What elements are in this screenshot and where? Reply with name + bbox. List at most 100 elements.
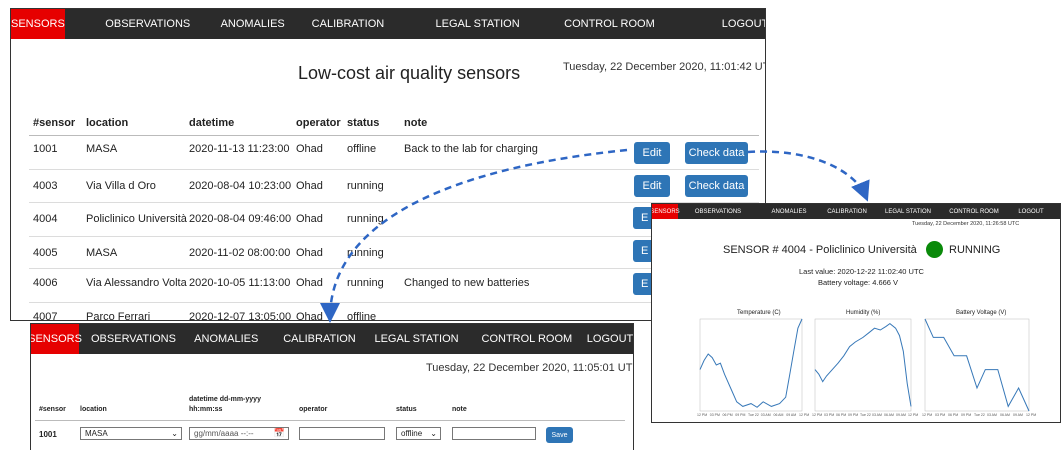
status-select-value: offline [401, 429, 423, 438]
edit-button[interactable]: Edit [634, 175, 670, 197]
series-line [924, 318, 1030, 412]
nav-calibration[interactable]: CALIBRATION [302, 9, 395, 39]
x-tick-label: 12 PM [697, 413, 707, 417]
cell-status: running [347, 180, 384, 192]
x-tick-label: 12 PM [812, 413, 822, 417]
note-input[interactable] [452, 427, 536, 440]
cell-operator: Ohad [296, 213, 323, 225]
cell-location: Policlinico Università [86, 213, 187, 225]
cell-datetime: 2020-11-13 11:23:00 [189, 143, 290, 155]
humidity-chart: 12 PM 03 PM 06 PM 09 PM Tue 22 03 AM 06 AM 09 A… [812, 318, 918, 417]
nav-observations[interactable]: OBSERVATIONS [87, 9, 209, 39]
cell-location: Via Alessandro Volta [86, 277, 187, 289]
cell-datetime: 2020-10-05 11:13:00 [189, 277, 291, 289]
x-tick-label: 12 PM [1026, 413, 1036, 417]
col-operator-header: operator [299, 406, 328, 413]
datetime-placeholder: gg/mm/aaaa --:-- [194, 429, 254, 438]
datetime-input[interactable]: gg/mm/aaaa --:-- 📅 [189, 427, 289, 440]
status-select[interactable]: offline ⌄ [396, 427, 441, 440]
cell-location: MASA [86, 247, 118, 259]
nav-logout[interactable]: LOGOUT [722, 9, 765, 39]
location-select[interactable]: MASA ⌄ [80, 427, 182, 440]
cell-location: Parco Ferrari [86, 311, 151, 321]
chevron-down-icon: ⌄ [171, 429, 178, 438]
series-line [814, 322, 912, 407]
edit-button[interactable]: Edit [634, 142, 670, 164]
cell-location: Via Villa d Oro [86, 180, 156, 192]
check-data-button[interactable]: Check data [685, 142, 748, 164]
top-nav: SENSORS OBSERVATIONS ANOMALIES CALIBRATI… [31, 324, 633, 354]
save-button[interactable]: Save [546, 427, 573, 443]
cell-operator: Ohad [296, 311, 323, 321]
sensor-detail-window: SENSORS OBSERVATIONS ANOMALIES CALIBRATI… [651, 203, 1061, 423]
col-datetime-header: datetime [189, 117, 235, 129]
col-location-header: location [86, 117, 129, 129]
x-tick-label: Tue 22 [974, 413, 985, 417]
col-location-header: location [80, 406, 107, 413]
cell-datetime: 2020-12-07 13:05:00 [189, 311, 292, 321]
sensor-charts: 12 PM 03 PM 06 PM 09 PM Tue 22 03 AM 06 AM 09 A… [697, 318, 1036, 417]
nav-control-room[interactable]: CONTROL ROOM [481, 324, 573, 354]
x-tick-label: 06 AM [1000, 413, 1010, 417]
top-nav: SENSORS OBSERVATIONS ANOMALIES CALIBRATI… [11, 9, 765, 39]
cell-sensor: 4003 [33, 180, 58, 192]
chevron-down-icon: ⌄ [430, 429, 437, 438]
cell-location: MASA [86, 143, 118, 155]
check-data-button[interactable]: Check data [685, 175, 748, 197]
page-title: Low-cost air quality sensors [298, 63, 521, 83]
x-tick-label: 09 AM [1013, 413, 1023, 417]
cell-sensor: 1001 [39, 430, 57, 439]
cell-sensor: 4006 [33, 277, 58, 289]
nav-legal-station[interactable]: LEGAL STATION [409, 9, 546, 39]
cell-status: running [347, 247, 384, 259]
nav-anomalies[interactable]: ANOMALIES [194, 324, 259, 354]
x-tick-label: 06 PM [723, 413, 733, 417]
cell-sensor: 4007 [33, 311, 58, 321]
cell-sensor: 4005 [33, 247, 58, 259]
x-tick-label: 09 AM [896, 413, 906, 417]
cell-status: offline [347, 143, 377, 155]
operator-input[interactable] [299, 427, 385, 440]
col-datetime-header-line2: hh:mm:ss [189, 406, 223, 413]
x-tick-label: 03 AM [761, 413, 771, 417]
cell-datetime: 2020-08-04 09:46:00 [189, 213, 292, 225]
temperature-chart: 12 PM 03 PM 06 PM 09 PM Tue 22 03 AM 06 AM 09 A… [697, 318, 809, 417]
nav-control-room[interactable]: CONTROL ROOM [551, 9, 668, 39]
cell-note: Changed to new batteries [404, 277, 530, 289]
x-tick-label: 09 PM [848, 413, 858, 417]
cell-note: Back to the lab for charging [404, 143, 538, 155]
cell-operator: Ohad [296, 247, 323, 259]
series-line [699, 318, 803, 408]
cell-operator: Ohad [296, 143, 323, 155]
cell-datetime: 2020-08-04 10:23:00 [189, 180, 292, 192]
nav-sensors[interactable]: SENSORS [11, 9, 65, 39]
calendar-icon[interactable]: 📅 [274, 428, 285, 439]
cell-status: running [347, 277, 384, 289]
nav-anomalies[interactable]: ANOMALIES [209, 9, 297, 39]
x-tick-label: 12 PM [922, 413, 932, 417]
nav-logout[interactable]: LOGOUT [587, 324, 633, 354]
location-select-value: MASA [85, 429, 108, 438]
nav-legal-station[interactable]: LEGAL STATION [370, 324, 462, 354]
x-tick-label: 06 PM [948, 413, 958, 417]
battery-chart: 12 PM 03 PM 06 PM 09 PM Tue 22 03 AM 06 AM 09 A… [922, 318, 1036, 417]
x-tick-label: Tue 22 [748, 413, 759, 417]
col-datetime-header: datetime dd-mm-yyyy [189, 396, 261, 403]
nav-observations[interactable]: OBSERVATIONS [91, 324, 176, 354]
x-tick-label: Tue 22 [860, 413, 871, 417]
cell-operator: Ohad [296, 180, 323, 192]
col-operator-header: operator [296, 117, 341, 129]
cell-datetime: 2020-11-02 08:00:00 [189, 247, 291, 259]
x-tick-label: 03 AM [872, 413, 882, 417]
x-tick-label: 03 AM [987, 413, 997, 417]
col-status-header: status [396, 406, 417, 413]
x-tick-label: 12 PM [799, 413, 809, 417]
nav-calibration[interactable]: CALIBRATION [283, 324, 357, 354]
x-tick-label: 09 PM [735, 413, 745, 417]
x-tick-label: 12 PM [908, 413, 918, 417]
x-tick-label: 06 PM [836, 413, 846, 417]
x-tick-label: 09 AM [786, 413, 796, 417]
x-tick-label: 09 PM [961, 413, 971, 417]
nav-sensors[interactable]: SENSORS [31, 324, 82, 354]
cell-sensor: 1001 [33, 143, 58, 155]
